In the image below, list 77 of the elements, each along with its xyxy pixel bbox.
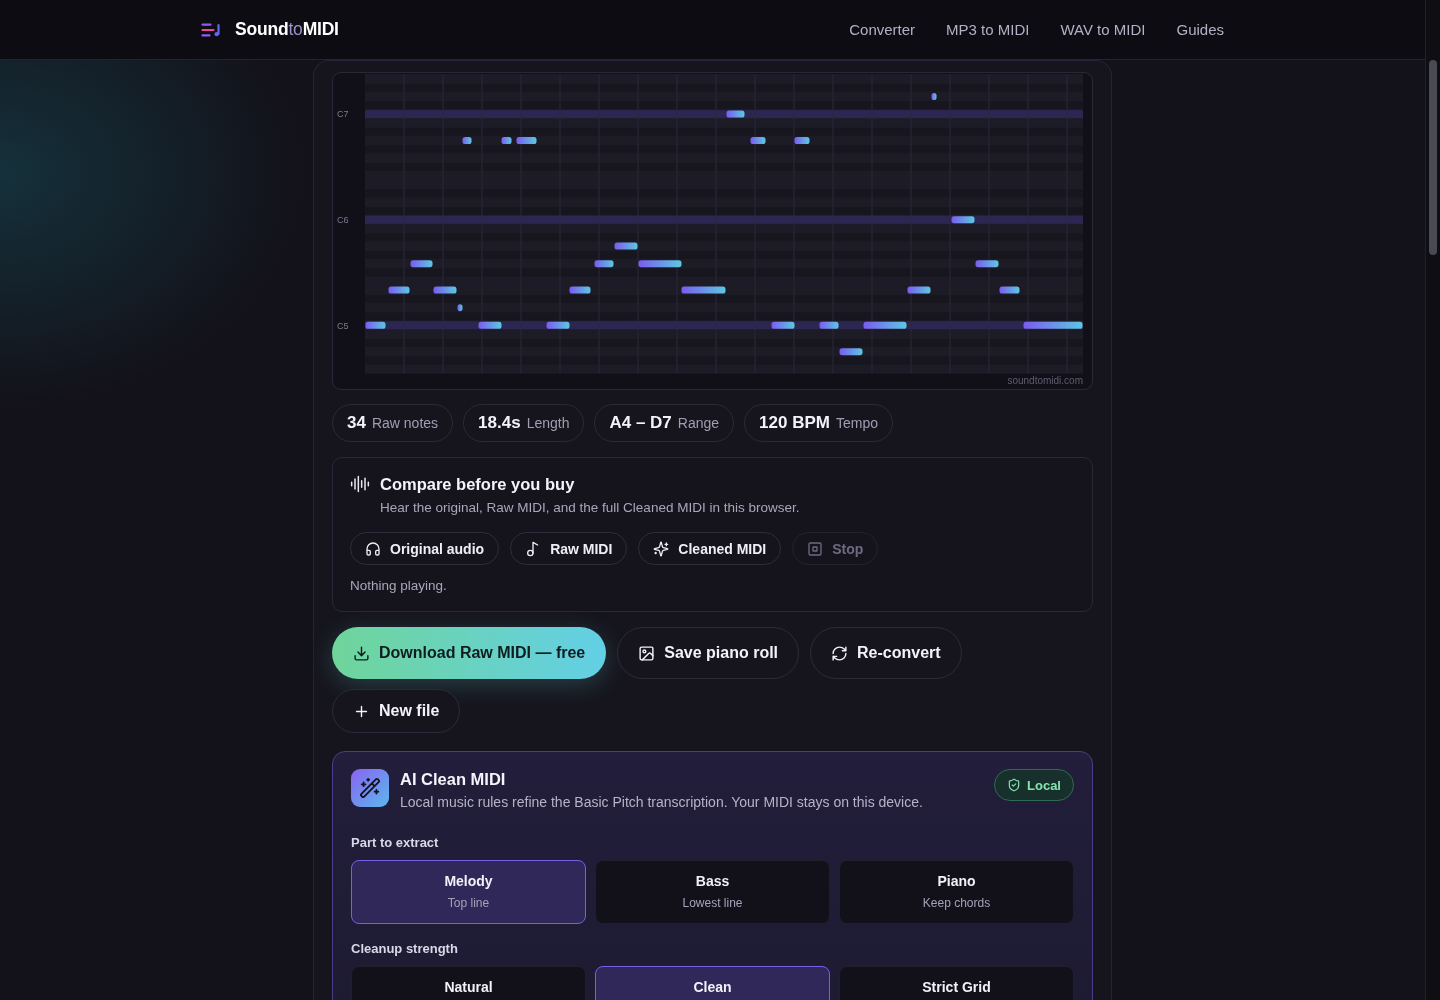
piano-note <box>794 137 810 144</box>
piano-note <box>433 286 457 294</box>
stat-label: Length <box>526 415 570 431</box>
watermark-text: soundtomidi.com <box>1007 375 1083 386</box>
ai-clean-title: AI Clean MIDI <box>400 769 507 789</box>
piano-note <box>478 321 502 329</box>
option-card[interactable]: Bass Lowest line <box>595 860 830 924</box>
compare-description: Hear the original, Raw MIDI, and the full Cleaned MIDI in this browser. <box>380 500 801 515</box>
option-card[interactable]: Melody Top line <box>351 860 586 924</box>
stop-icon <box>807 540 824 557</box>
ai-clean-description: Local music rules refine the Basic Pitch transcription. Your MIDI stays on this device. <box>400 793 924 811</box>
logo-icon <box>201 22 222 37</box>
piano-note <box>457 304 463 312</box>
home-logo-link[interactable]: SoundtoMIDI <box>201 19 339 40</box>
piano-note <box>951 216 975 224</box>
piano-note <box>516 137 537 144</box>
option-card[interactable]: Piano Keep chords <box>839 860 1074 924</box>
image-icon <box>638 644 656 662</box>
piano-note <box>388 286 410 294</box>
magic-wand-icon <box>351 769 389 807</box>
piano-note <box>771 321 795 329</box>
piano-note <box>681 286 726 294</box>
shield-check-icon <box>1007 778 1022 792</box>
option-card[interactable]: Strict Grid <box>839 966 1074 1000</box>
pitch-label: C7 <box>337 109 349 120</box>
nav-link[interactable]: MP3 to MIDI <box>946 21 1030 38</box>
waveform-icon <box>350 474 370 494</box>
stat-label: Raw notes <box>371 415 439 431</box>
section-label: Cleanup strength <box>351 941 459 956</box>
stat-value: 34 <box>347 413 366 433</box>
action-button[interactable]: New file <box>332 689 461 733</box>
refresh-icon <box>831 644 849 662</box>
piano-note <box>839 348 863 356</box>
piano-note <box>614 242 638 250</box>
playback-status: Nothing playing. <box>350 578 448 593</box>
compare-title: Compare before you buy <box>380 474 576 494</box>
nav-link[interactable]: Guides <box>1176 21 1224 38</box>
action-button[interactable]: Download Raw MIDI — free <box>332 627 607 679</box>
download-icon <box>353 644 370 662</box>
stat-label: Range <box>677 415 720 431</box>
piano-note <box>907 286 931 294</box>
action-button[interactable]: Save piano roll <box>617 627 800 679</box>
piano-note <box>975 260 999 268</box>
piano-note <box>569 286 591 294</box>
piano-note <box>410 260 433 268</box>
headphones-icon <box>365 540 381 557</box>
piano-note <box>462 137 472 144</box>
piano-note <box>863 321 907 329</box>
badge-label: Local <box>1027 777 1061 793</box>
piano-note <box>931 93 937 100</box>
piano-note <box>501 137 512 144</box>
pitch-label: C5 <box>337 320 349 331</box>
section-label: Part to extract <box>351 835 440 850</box>
piano-note <box>638 260 682 268</box>
piano-note <box>819 321 839 329</box>
piano-note <box>365 321 386 329</box>
scrollbar-thumb[interactable] <box>1429 60 1437 255</box>
piano-note <box>1023 321 1083 329</box>
play-button[interactable]: Cleaned MIDI <box>638 532 782 565</box>
play-button[interactable]: Raw MIDI <box>510 532 628 565</box>
option-card[interactable]: Natural <box>351 966 586 1000</box>
play-button[interactable]: Original audio <box>350 532 500 565</box>
sparkles-icon <box>653 540 670 557</box>
piano-note <box>594 260 614 268</box>
piano-note <box>750 137 766 144</box>
nav-link[interactable]: WAV to MIDI <box>1060 21 1146 38</box>
stat-value: 120 BPM <box>759 413 830 433</box>
stat-value: A4 – D7 <box>609 413 672 433</box>
piano-note <box>726 110 745 118</box>
stat-value: 18.4s <box>478 413 521 433</box>
nav-link[interactable]: Converter <box>849 21 916 38</box>
action-button[interactable]: Re-convert <box>810 627 962 679</box>
pitch-label: C6 <box>337 214 349 225</box>
option-card[interactable]: Clean <box>595 966 830 1000</box>
piano-note <box>546 321 570 329</box>
piano-note <box>999 286 1020 294</box>
stat-label: Tempo <box>835 415 878 431</box>
